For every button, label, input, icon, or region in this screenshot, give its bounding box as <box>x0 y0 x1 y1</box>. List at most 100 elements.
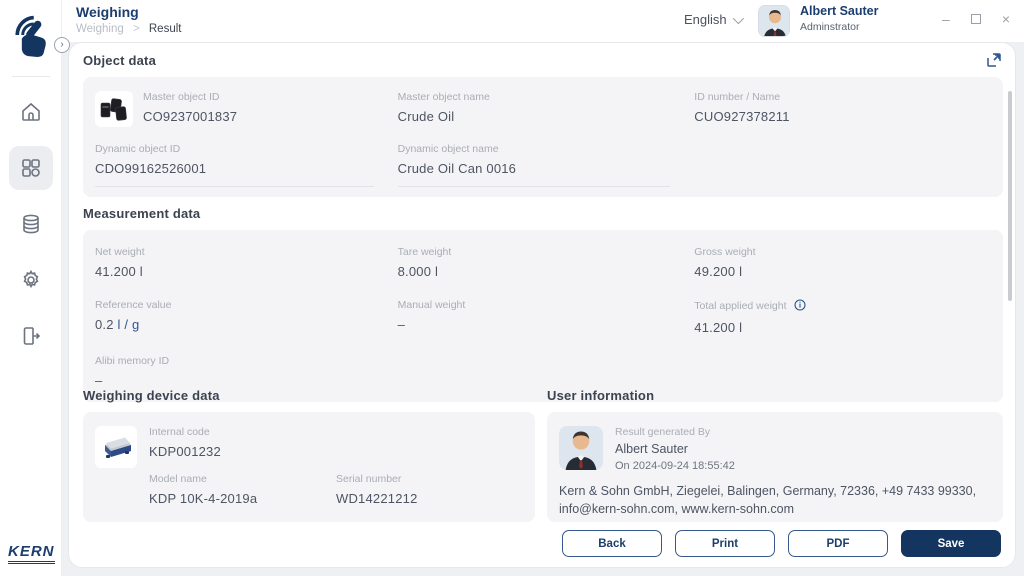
field-label: Reference value <box>95 299 398 311</box>
id-number-name-field: ID number / Name CUO927378211 <box>694 91 991 127</box>
field-label: Master object ID <box>143 91 237 103</box>
field-label: Manual weight <box>398 299 695 311</box>
window-close-button[interactable]: × <box>1002 10 1010 28</box>
save-button[interactable]: Save <box>901 530 1001 557</box>
field-value: CO9237001837 <box>143 109 237 124</box>
field-value: CUO927378211 <box>694 109 991 124</box>
object-data-card: Master object ID CO9237001837 Master obj… <box>83 77 1003 197</box>
object-data-heading: Object data <box>83 53 1003 68</box>
field-value: 0.2 l / g <box>95 317 398 332</box>
chevron-down-icon <box>732 12 743 23</box>
measurement-data-heading: Measurement data <box>83 206 1003 221</box>
field-value: Crude Oil <box>398 109 695 124</box>
breadcrumb-parent[interactable]: Weighing <box>76 23 124 35</box>
bottom-sections: Weighing device data <box>83 388 1003 522</box>
manual-weight-field: Manual weight – <box>398 299 695 335</box>
weighing-device-card: Internal code KDP001232 Model name KDP 1… <box>83 412 535 522</box>
device-thumbnail <box>95 426 137 468</box>
window-minimize-button[interactable]: – <box>942 10 950 28</box>
net-weight-field: Net weight 41.200 l <box>95 246 398 279</box>
user-info-block[interactable]: Albert Sauter Adminstrator <box>800 4 879 33</box>
field-label: Serial number <box>336 473 523 485</box>
reference-unit: l / g <box>117 317 139 332</box>
avatar-photo <box>559 426 603 470</box>
field-label: Master object name <box>398 91 695 103</box>
sidebar-item-home[interactable] <box>9 90 53 134</box>
breadcrumb: Weighing > Result <box>76 23 181 35</box>
field-value: KDP001232 <box>149 444 336 459</box>
print-button[interactable]: Print <box>675 530 775 557</box>
generated-by-label: Result generated By <box>615 426 735 438</box>
field-value: 8.000 l <box>398 264 695 279</box>
language-selector[interactable]: English <box>684 12 741 27</box>
scrollbar-thumb[interactable] <box>1008 91 1012 301</box>
header-user-role: Adminstrator <box>800 21 879 33</box>
tare-weight-field: Tare weight 8.000 l <box>398 246 695 279</box>
field-label: Tare weight <box>398 246 695 258</box>
field-label: Model name <box>149 473 336 485</box>
sidebar-nav <box>0 90 62 358</box>
dynamic-object-id-field[interactable]: Dynamic object ID CDO99162526001 <box>95 143 374 187</box>
field-label: Total applied weight <box>694 299 991 314</box>
pdf-button[interactable]: PDF <box>788 530 888 557</box>
field-value: – <box>95 373 398 388</box>
gross-weight-field: Gross weight 49.200 l <box>694 246 991 279</box>
user-information-heading: User information <box>547 388 1003 403</box>
company-info: Kern & Sohn GmbH, Ziegelei, Balingen, Ge… <box>559 482 991 518</box>
field-value: 41.200 l <box>95 264 398 279</box>
weighing-device-section: Weighing device data <box>83 388 535 522</box>
window-controls: – × <box>942 10 1010 28</box>
sidebar-item-settings[interactable] <box>9 258 53 302</box>
sidebar-item-apps[interactable] <box>9 146 53 190</box>
model-name-field: Model name KDP 10K-4-2019a <box>149 473 336 506</box>
field-label: Alibi memory ID <box>95 355 398 367</box>
alibi-memory-id-field: Alibi memory ID – <box>95 355 398 388</box>
dynamic-object-name-field[interactable]: Dynamic object name Crude Oil Can 0016 <box>398 143 671 187</box>
app-logo <box>0 4 62 66</box>
field-value: Crude Oil Can 0016 <box>398 161 671 176</box>
field-value: 41.200 l <box>694 320 991 335</box>
sidebar-divider <box>12 76 50 77</box>
serial-number-field: Serial number WD14221212 <box>336 473 523 506</box>
avatar-photo <box>759 6 790 37</box>
database-icon <box>19 212 43 236</box>
home-icon <box>19 100 43 124</box>
reference-value-field: Reference value 0.2 l / g <box>95 299 398 335</box>
weighing-device-heading: Weighing device data <box>83 388 535 403</box>
window-maximize-button[interactable] <box>971 14 981 24</box>
master-object-id-field: Master object ID CO9237001837 <box>95 91 398 127</box>
field-label: Net weight <box>95 246 398 258</box>
scale-device-icon <box>99 432 133 462</box>
user-avatar[interactable] <box>758 5 790 37</box>
header-user-name: Albert Sauter <box>800 4 879 18</box>
footer-actions: Back Print PDF Save <box>562 530 1001 557</box>
generated-on-date: On 2024-09-24 18:55:42 <box>615 460 735 472</box>
field-value: 49.200 l <box>694 264 991 279</box>
field-label: Gross weight <box>694 246 991 258</box>
field-value: CDO99162526001 <box>95 161 374 176</box>
field-label: Dynamic object name <box>398 143 671 155</box>
field-label: Internal code <box>149 426 336 438</box>
total-applied-weight-field: Total applied weight 41.200 l <box>694 299 991 335</box>
touch-hand-logo-icon <box>9 11 53 59</box>
logout-icon <box>19 324 43 348</box>
info-icon[interactable] <box>794 299 806 314</box>
result-user-avatar <box>559 426 603 470</box>
header: Weighing Weighing > Result English Alber… <box>62 0 1024 42</box>
oil-barrels-icon <box>99 95 129 123</box>
sidebar-item-database[interactable] <box>9 202 53 246</box>
field-label: Dynamic object ID <box>95 143 374 155</box>
back-button[interactable]: Back <box>562 530 662 557</box>
settings-gear-icon <box>19 268 43 292</box>
sidebar-item-logout[interactable] <box>9 314 53 358</box>
measurement-data-card: Net weight 41.200 l Tare weight 8.000 l … <box>83 230 1003 402</box>
internal-code-field: Internal code KDP001232 <box>149 426 336 459</box>
master-object-name-field: Master object name Crude Oil <box>398 91 695 127</box>
main-background: Object data Maste <box>62 42 1024 576</box>
result-panel: Object data Maste <box>68 42 1016 568</box>
object-thumbnail <box>95 91 133 127</box>
apps-grid-icon <box>19 156 43 180</box>
page-title: Weighing <box>76 4 139 20</box>
field-value: KDP 10K-4-2019a <box>149 491 336 506</box>
sidebar-expand-button[interactable]: › <box>54 37 70 53</box>
